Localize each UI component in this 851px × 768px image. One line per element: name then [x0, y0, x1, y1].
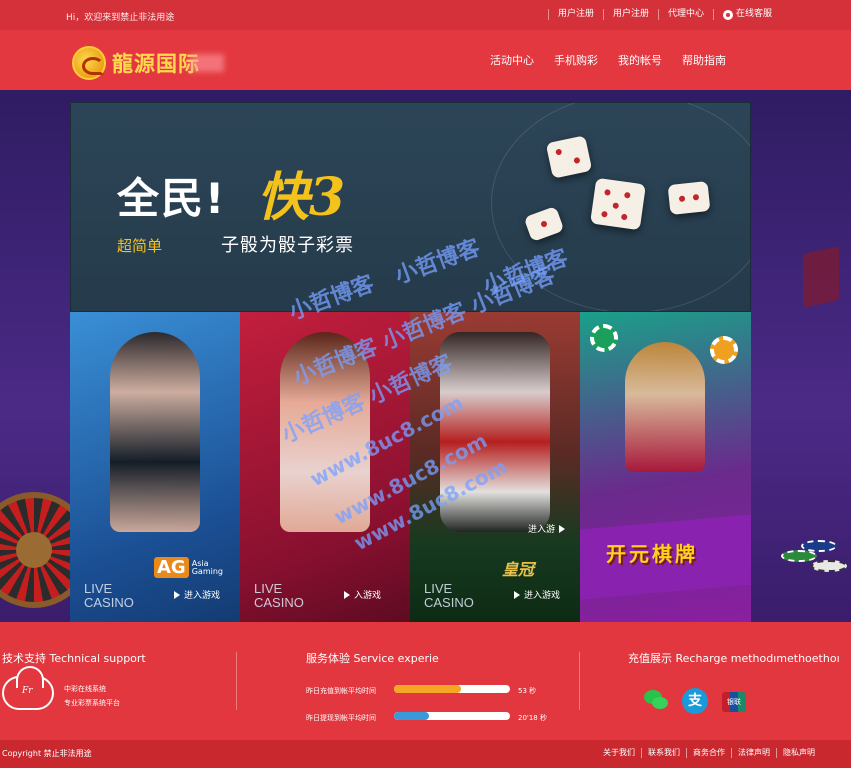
ag-logo-sub: Asia Gaming	[191, 558, 223, 576]
site-logo[interactable]: 龍源国际	[72, 46, 224, 80]
withdraw-time-fill	[394, 712, 429, 720]
game-tiles: AG Asia Gaming LIVE CASINO 进入游戏 LIVE CASINO…	[70, 312, 751, 622]
die-icon	[667, 180, 711, 216]
ag-logo: AG Asia Gaming	[154, 557, 223, 578]
tile-ag-live-casino[interactable]: AG Asia Gaming LIVE CASINO 进入游戏	[70, 312, 240, 622]
crown-brand-label: 皇冠	[502, 560, 535, 579]
tile-kaiyuan-chess[interactable]: 开元棋牌	[580, 312, 751, 622]
banner-headline: 全民!	[117, 174, 227, 223]
kaiyuan-title: 开元棋牌	[606, 542, 698, 566]
live-casino-label: LIVE CASINO	[424, 581, 474, 610]
footer-link-privacy[interactable]: 隐私声明	[776, 748, 821, 758]
wechat-pay-icon	[644, 688, 670, 714]
live-casino-label: LIVE CASINO	[254, 581, 304, 610]
banner-tagline: 超简单	[117, 237, 163, 255]
register-link-2[interactable]: 用户注册	[602, 9, 658, 20]
enter-game-button[interactable]: 进入游戏	[174, 588, 220, 601]
footer-link-about[interactable]: 关于我们	[597, 748, 641, 758]
deposit-time-fill	[394, 685, 462, 693]
enter-game-button[interactable]: 进入游戏	[514, 588, 560, 601]
enter-game-button-top[interactable]: 进入游	[528, 522, 566, 535]
agent-center-link[interactable]: 代理中心	[657, 9, 713, 20]
play-arrow-icon	[344, 590, 350, 599]
tile-crown-sports[interactable]: 进入游 皇冠 LIVE CASINO 进入游戏	[410, 312, 580, 622]
decorative-dice	[803, 246, 839, 308]
site-footer: Copyright 禁止非法用途 关于我们 联系我们 商务合作 法律声明 隐私声…	[0, 740, 851, 768]
withdraw-time-value: 20'18 秒	[518, 714, 547, 722]
poker-chip-icon	[590, 324, 618, 352]
recharge-methods-title: 充值展示 Recharge methodımethoethoı	[628, 652, 840, 665]
casino-chips-image	[781, 540, 851, 590]
ag-logo-mark: AG	[154, 557, 189, 578]
top-links: 用户注册 用户注册 代理中心 在线客服	[547, 9, 781, 20]
alipay-icon: 支	[682, 688, 708, 714]
logo-redaction	[190, 54, 224, 72]
nav-help-guide[interactable]: 帮助指南	[672, 52, 736, 68]
deposit-time-label: 昨日充值到帐平均时间	[306, 687, 376, 695]
nav-my-account[interactable]: 我的帐号	[608, 52, 672, 68]
logo-text: 龍源国际	[112, 51, 200, 76]
play-arrow-icon	[514, 590, 520, 599]
service-experience-title: 服务体验 Service experie	[306, 652, 439, 665]
footer-links: 关于我们 联系我们 商务合作 法律声明 隐私声明	[597, 748, 821, 758]
play-arrow-icon	[174, 590, 180, 599]
dealer-photo	[110, 332, 200, 532]
nav-mobile-lottery[interactable]: 手机购彩	[544, 52, 608, 68]
k3-banner[interactable]: 全民! 快3 超简单 子骰为骰子彩票	[70, 102, 751, 312]
banner-headline-k3: 快3	[257, 167, 346, 228]
copyright-text: Copyright 禁止非法用途	[2, 749, 92, 758]
banner-subline: 子骰为骰子彩票	[221, 235, 354, 256]
deposit-time-bar	[394, 685, 510, 693]
site-header: 龍源国际 活动中心 手机购彩 我的帐号 帮助指南	[0, 30, 851, 90]
football-players-photo	[440, 332, 550, 532]
online-service-label: 在线客服	[735, 9, 772, 19]
dragon-emblem-icon	[72, 46, 106, 80]
online-service-link[interactable]: 在线客服	[712, 9, 781, 20]
cloud-icon: Fr	[2, 666, 54, 710]
poker-chip-icon	[710, 336, 738, 364]
footer-link-contact[interactable]: 联系我们	[641, 748, 686, 758]
play-arrow-icon	[559, 524, 566, 533]
tile-live-casino-2[interactable]: LIVE CASINO 入游戏	[240, 312, 410, 622]
info-section: 技术支持 Technical support Fr 中彩在线系统 专业彩票系统平…	[0, 622, 851, 740]
dealer-photo	[280, 332, 370, 532]
deposit-time-value: 53 秒	[518, 687, 537, 695]
withdraw-time-bar	[394, 712, 510, 720]
headset-icon	[722, 9, 733, 20]
tech-support-title: 技术支持 Technical support	[2, 652, 146, 665]
register-link[interactable]: 用户注册	[547, 9, 603, 20]
top-bar: Hi，欢迎来到禁止非法用途 用户注册 用户注册 代理中心 在线客服	[0, 0, 851, 30]
die-icon	[590, 177, 646, 231]
footer-link-business[interactable]: 商务合作	[686, 748, 731, 758]
nav-activity-center[interactable]: 活动中心	[480, 52, 544, 68]
live-casino-label: LIVE CASINO	[84, 581, 134, 610]
support-line: 中彩在线系统	[64, 685, 106, 693]
section-divider	[579, 652, 580, 710]
unionpay-icon: 银联	[722, 692, 746, 712]
welcome-text: Hi，欢迎来到禁止非法用途	[66, 13, 175, 23]
enter-game-button[interactable]: 入游戏	[344, 588, 381, 601]
withdraw-time-label: 昨日提现到帐平均时间	[306, 714, 376, 722]
footer-link-legal[interactable]: 法律声明	[731, 748, 776, 758]
main-content: 全民! 快3 超简单 子骰为骰子彩票 AG Asia Gaming LIVE CAS…	[0, 90, 851, 622]
support-line: 专业彩票系统平台	[64, 699, 120, 707]
main-nav: 活动中心 手机购彩 我的帐号 帮助指南	[480, 52, 736, 68]
character-illustration	[625, 342, 705, 472]
section-divider	[236, 652, 237, 710]
